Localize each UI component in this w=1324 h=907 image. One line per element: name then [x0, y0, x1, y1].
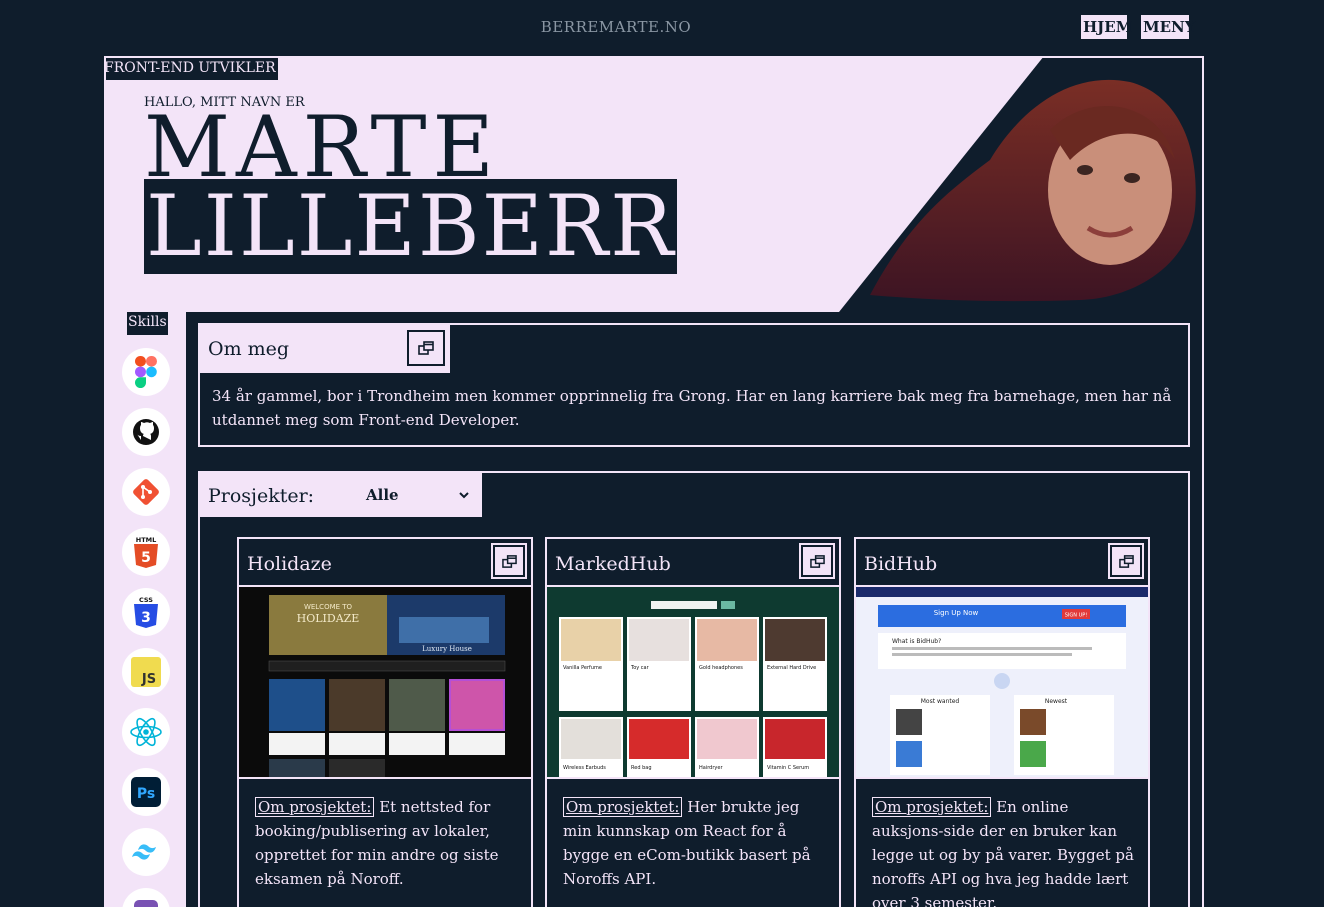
portrait-image [870, 79, 1196, 302]
projects-filter-select[interactable]: Alle [358, 482, 475, 508]
svg-text:Toy car: Toy car [630, 665, 650, 671]
role-tag: FRONT-END UTVIKLER [104, 58, 278, 80]
window-icon [809, 554, 825, 568]
project-details-link[interactable]: Om prosjektet: [872, 797, 992, 817]
project-screenshot[interactable]: Sign Up Now SIGN UP! What is BidHub? Mos… [856, 585, 1148, 779]
svg-text:Wireless Earbuds: Wireless Earbuds [563, 765, 606, 771]
project-card-bidhub: BidHub Sign Up Now SIGN UP! What is BidH… [854, 537, 1150, 907]
about-text: 34 år gammel, bor i Trondheim men kommer… [212, 387, 1172, 429]
tailwind-icon [122, 828, 170, 876]
project-title: Holidaze [247, 553, 332, 575]
nav-home-button[interactable]: HJEM [1081, 15, 1132, 39]
svg-text:Vitamin C Serum: Vitamin C Serum [767, 765, 809, 771]
svg-text:Newest: Newest [1045, 698, 1068, 705]
svg-text:3: 3 [141, 610, 151, 626]
js-icon: JS [122, 648, 170, 696]
figma-icon [122, 348, 170, 396]
svg-text:HTML: HTML [136, 536, 156, 544]
project-description: Om prosjektet: Et nettsted for booking/p… [255, 795, 520, 891]
projects-filter-value: Alle [366, 486, 399, 504]
svg-text:Hairdryer: Hairdryer [699, 765, 723, 771]
project-expand-button[interactable] [491, 543, 527, 579]
project-expand-button[interactable] [1108, 543, 1144, 579]
svg-text:CSS: CSS [139, 596, 153, 604]
project-details-link[interactable]: Om prosjektet: [255, 797, 375, 817]
project-card-holidaze: Holidaze WELCOME TO HOLIDAZE Luxury Hous… [237, 537, 533, 907]
svg-text:Ps: Ps [137, 786, 155, 802]
git-icon [122, 468, 170, 516]
project-expand-button[interactable] [799, 543, 835, 579]
github-icon [122, 408, 170, 456]
react-icon [122, 708, 170, 756]
svg-text:SIGN UP!: SIGN UP! [1065, 613, 1088, 619]
skills-label: Skills [127, 312, 168, 335]
chevron-down-icon [459, 491, 469, 498]
svg-text:Red bag: Red bag [631, 765, 652, 771]
nav-menu-button[interactable]: MENY [1141, 15, 1195, 39]
svg-text:Luxury House: Luxury House [422, 645, 472, 653]
svg-text:WELCOME TO: WELCOME TO [304, 603, 353, 611]
css3-icon: CSS 3 [122, 588, 170, 636]
svg-text:Vanilla Perfume: Vanilla Perfume [563, 665, 602, 671]
svg-text:JS: JS [141, 672, 156, 687]
svg-text:External Hard Drive: External Hard Drive [767, 665, 816, 671]
project-details-link[interactable]: Om prosjektet: [563, 797, 683, 817]
window-icon [1118, 554, 1134, 568]
html5-icon: HTML 5 [122, 528, 170, 576]
project-title: BidHub [864, 553, 938, 575]
project-screenshot[interactable]: WELCOME TO HOLIDAZE Luxury House [239, 585, 531, 779]
project-title: MarkedHub [555, 553, 671, 575]
svg-text:What is BidHub?: What is BidHub? [892, 638, 941, 645]
site-title[interactable]: BERREMARTE.NO [0, 18, 1232, 36]
svg-text:Gold headphones: Gold headphones [699, 665, 743, 671]
svg-text:Most wanted: Most wanted [921, 698, 960, 705]
project-card-markedhub: MarkedHub Vanilla Perfume Toy car Gold h… [545, 537, 841, 907]
svg-text:HOLIDAZE: HOLIDAZE [297, 612, 360, 625]
project-description: Om prosjektet: Her brukte jeg min kunnsk… [563, 795, 828, 891]
photoshop-icon: Ps [122, 768, 170, 816]
last-name: LILLEBERRE [144, 177, 739, 275]
about-expand-button[interactable] [405, 328, 447, 368]
window-icon [418, 341, 434, 355]
project-description: Om prosjektet: En online auksjons-side d… [872, 795, 1137, 907]
project-screenshot[interactable]: Vanilla Perfume Toy car Gold headphones … [547, 585, 839, 779]
svg-text:Sign Up Now: Sign Up Now [934, 609, 979, 617]
window-icon [501, 554, 517, 568]
svg-text:5: 5 [141, 550, 151, 566]
